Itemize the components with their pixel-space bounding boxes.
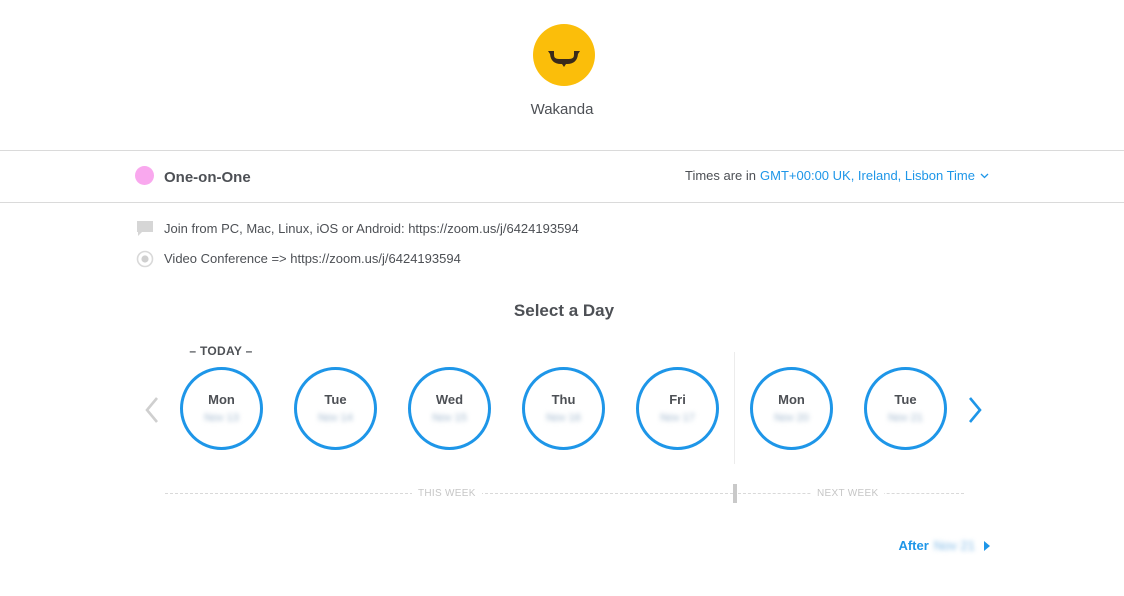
this-week-label: THIS WEEK — [412, 488, 482, 499]
day-date: Nov 16 — [546, 412, 581, 424]
day-name: Wed — [435, 392, 464, 407]
timezone-prefix: Times are in — [684, 168, 757, 183]
timezone-link[interactable]: GMT+00:00 UK, Ireland, Lisbon Time — [760, 168, 975, 183]
week-divider — [734, 352, 735, 464]
day-date: Nov 21 — [888, 412, 923, 424]
detail-item-join: Join from PC, Mac, Linux, iOS or Android… — [135, 219, 579, 238]
after-date: Nov 21 — [933, 538, 975, 553]
day-button-next-tue[interactable]: Tue Nov 21 — [864, 367, 947, 450]
next-week-button[interactable] — [965, 396, 985, 424]
day-button-fri[interactable]: Fri Nov 17 — [636, 367, 719, 450]
day-name: Tue — [324, 392, 347, 407]
previous-week-button[interactable] — [142, 396, 162, 424]
event-color-dot — [135, 166, 154, 185]
day-name: Mon — [778, 392, 805, 407]
day-date: Nov 13 — [204, 412, 239, 424]
day-button-next-mon[interactable]: Mon Nov 20 — [750, 367, 833, 450]
detail-text: Join from PC, Mac, Linux, iOS or Android… — [164, 221, 579, 236]
day-button-wed[interactable]: Wed Nov 15 — [408, 367, 491, 450]
timezone-selector[interactable]: Times are in GMT+00:00 UK, Ireland, Lisb… — [685, 168, 989, 183]
horns-icon — [548, 51, 580, 67]
day-name: Fri — [669, 392, 686, 407]
week-marker — [733, 484, 737, 503]
day-name: Mon — [208, 392, 235, 407]
chevron-down-icon — [980, 173, 989, 178]
day-name: Tue — [894, 392, 917, 407]
detail-text: Video Conference => https://zoom.us/j/64… — [164, 251, 461, 266]
day-date: Nov 14 — [318, 412, 353, 424]
event-name: One-on-One — [164, 169, 251, 186]
chevron-right-icon — [969, 397, 982, 423]
top-divider — [0, 150, 1124, 151]
day-date: Nov 15 — [432, 412, 467, 424]
chevron-left-icon — [145, 397, 158, 423]
chat-bubble-icon — [135, 219, 154, 238]
caret-right-icon — [984, 540, 990, 551]
after-label: After — [898, 538, 929, 553]
day-name: Thu — [551, 392, 576, 407]
day-button-thu[interactable]: Thu Nov 16 — [522, 367, 605, 450]
location-pin-icon — [135, 249, 154, 268]
day-date: Nov 17 — [660, 412, 695, 424]
org-name: Wakanda — [530, 101, 594, 118]
day-button-tue[interactable]: Tue Nov 14 — [294, 367, 377, 450]
after-button[interactable]: After Nov 21 — [898, 538, 990, 553]
today-label: – TODAY – — [189, 344, 253, 358]
detail-item-location: Video Conference => https://zoom.us/j/64… — [135, 249, 461, 268]
day-date: Nov 20 — [774, 412, 809, 424]
select-day-heading: Select a Day — [513, 301, 615, 320]
org-logo — [533, 24, 595, 86]
day-button-mon[interactable]: Mon Nov 13 — [180, 367, 263, 450]
next-week-label: NEXT WEEK — [811, 488, 885, 499]
event-divider — [0, 202, 1124, 203]
